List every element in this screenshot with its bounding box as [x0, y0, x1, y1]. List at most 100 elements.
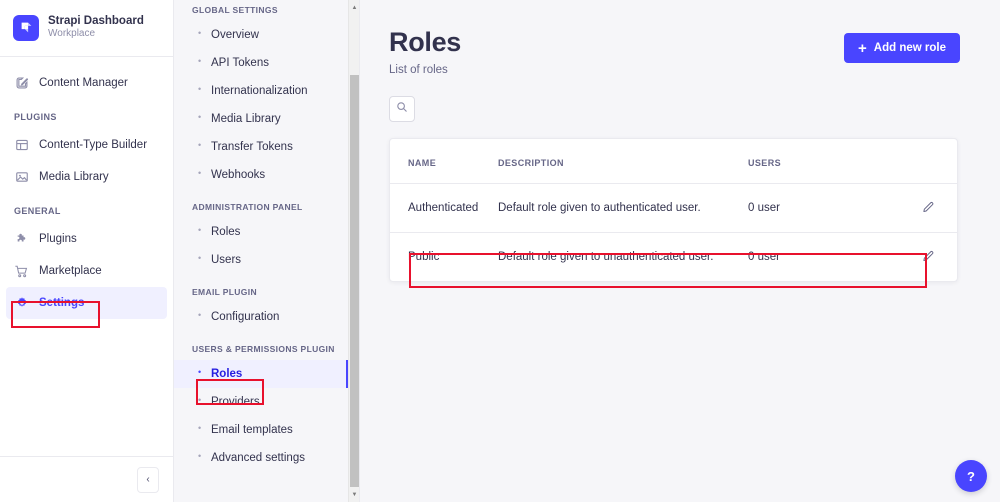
- subnav-item-label: API Tokens: [211, 57, 269, 69]
- column-header-description: DESCRIPTION: [498, 139, 748, 184]
- scrollbar-thumb[interactable]: [350, 75, 359, 487]
- search-button[interactable]: [389, 96, 415, 122]
- subnav-item-internationalization[interactable]: • Internationalization: [174, 77, 349, 105]
- sidebar-item-content-manager[interactable]: Content Manager: [6, 67, 167, 99]
- table-head: NAME DESCRIPTION USERS: [390, 139, 957, 184]
- plus-icon: +: [858, 39, 867, 57]
- bullet-icon: •: [198, 367, 202, 377]
- subnav-item-label: Roles: [211, 226, 241, 238]
- subnav-item-configuration[interactable]: • Configuration: [174, 303, 349, 331]
- pencil-square-icon: [14, 76, 29, 91]
- column-header-actions: [858, 139, 957, 184]
- sidebar-item-label: Settings: [39, 297, 85, 309]
- subnav-item-label: Email templates: [211, 424, 293, 436]
- brand-text: Strapi Dashboard Workplace: [48, 15, 144, 40]
- cell-role-users: 0 user: [748, 183, 858, 233]
- sidebar-item-settings[interactable]: Settings: [6, 287, 167, 319]
- cell-actions: [858, 183, 957, 233]
- chevron-left-icon: ‹: [146, 474, 150, 485]
- edit-role-button[interactable]: [922, 200, 935, 213]
- cell-role-name: Authenticated: [390, 183, 498, 233]
- question-mark-icon: ?: [967, 468, 975, 484]
- subnav-item-admin-users[interactable]: • Users: [174, 246, 349, 274]
- pencil-icon: [922, 250, 935, 265]
- sidebar-item-content-type-builder[interactable]: Content-Type Builder: [6, 129, 167, 161]
- subnav-item-media-library[interactable]: • Media Library: [174, 105, 349, 133]
- subnav-item-transfer-tokens[interactable]: • Transfer Tokens: [174, 133, 349, 161]
- add-new-role-label: Add new role: [873, 42, 946, 54]
- subnav-item-label: Media Library: [211, 113, 281, 125]
- cell-role-description: Default role given to authenticated user…: [498, 183, 748, 233]
- subnav-item-webhooks[interactable]: • Webhooks: [174, 161, 349, 189]
- subnav-item-label: Configuration: [211, 311, 280, 323]
- page-subtitle: List of roles: [389, 64, 448, 76]
- bullet-icon: •: [198, 253, 202, 263]
- subnav-item-label: Internationalization: [211, 85, 308, 97]
- main-content: Roles List of roles + Add new role NAME …: [360, 0, 1000, 502]
- table-row[interactable]: Authenticated Default role given to auth…: [390, 183, 957, 233]
- brand-subtitle: Workplace: [48, 28, 96, 40]
- bullet-icon: •: [198, 423, 202, 433]
- subnav-scrollbar[interactable]: ▲ ▼: [348, 0, 359, 502]
- scroll-down-arrow-icon[interactable]: ▼: [349, 488, 359, 501]
- table-body: Authenticated Default role given to auth…: [390, 183, 957, 282]
- sidebar-item-plugins[interactable]: Plugins: [6, 223, 167, 255]
- sidebar-item-label: Plugins: [39, 233, 77, 245]
- image-icon: [14, 170, 29, 185]
- bullet-icon: •: [198, 168, 202, 178]
- cell-actions: [858, 233, 957, 282]
- shopping-cart-icon: [14, 264, 29, 279]
- cell-role-users: 0 user: [748, 251, 780, 263]
- sidebar-item-label: Marketplace: [39, 265, 102, 277]
- table-header-row: NAME DESCRIPTION USERS: [390, 139, 957, 184]
- sidebar-section-plugins: PLUGINS: [14, 112, 57, 122]
- bullet-icon: •: [198, 225, 202, 235]
- sidebar-item-label: Content Manager: [39, 77, 128, 89]
- subnav-item-api-tokens[interactable]: • API Tokens: [174, 49, 349, 77]
- subnav-item-label: Roles: [211, 368, 243, 380]
- subnav-item-admin-roles[interactable]: • Roles: [174, 218, 349, 246]
- settings-subnav: GLOBAL SETTINGS • Overview • API Tokens …: [174, 0, 360, 502]
- edit-role-button[interactable]: [922, 249, 935, 262]
- page-header-text: Roles List of roles: [389, 27, 461, 76]
- subnav-item-label: Users: [211, 254, 242, 266]
- subnav-item-email-templates[interactable]: • Email templates: [174, 416, 349, 444]
- add-new-role-button[interactable]: + Add new role: [844, 33, 960, 63]
- subnav-item-providers[interactable]: • Providers: [174, 388, 349, 416]
- bullet-icon: •: [198, 112, 202, 122]
- gear-icon: [14, 296, 29, 311]
- bullet-icon: •: [198, 84, 202, 94]
- sidebar-item-media-library[interactable]: Media Library: [6, 161, 167, 193]
- subnav-list: GLOBAL SETTINGS • Overview • API Tokens …: [174, 0, 349, 472]
- bullet-icon: •: [198, 28, 202, 38]
- main-sidebar: Strapi Dashboard Workplace Content Manag…: [0, 0, 174, 502]
- page-header: Roles List of roles + Add new role: [360, 0, 1000, 76]
- sidebar-nav: Content Manager PLUGINS Content-Type Bui…: [0, 57, 173, 456]
- subnav-item-overview[interactable]: • Overview: [174, 21, 349, 49]
- bullet-icon: •: [198, 310, 202, 320]
- subnav-item-label: Webhooks: [211, 169, 266, 181]
- sidebar-item-marketplace[interactable]: Marketplace: [6, 255, 167, 287]
- pencil-icon: [922, 201, 935, 216]
- subnav-item-users-permissions-roles[interactable]: • Roles: [174, 360, 349, 388]
- table-row[interactable]: Public Default role given to unauthentic…: [390, 233, 957, 282]
- bullet-icon: •: [198, 56, 202, 66]
- app-root: Strapi Dashboard Workplace Content Manag…: [0, 0, 1000, 502]
- help-button[interactable]: ?: [955, 460, 987, 492]
- brand-header[interactable]: Strapi Dashboard Workplace: [0, 0, 173, 57]
- roles-table: NAME DESCRIPTION USERS Authenticated Def…: [390, 139, 957, 281]
- sidebar-item-label: Content-Type Builder: [39, 139, 148, 151]
- bullet-icon: •: [198, 140, 202, 150]
- subnav-section-global-settings: GLOBAL SETTINGS: [192, 5, 278, 15]
- puzzle-icon: [14, 232, 29, 247]
- column-header-users: USERS: [748, 139, 858, 184]
- subnav-item-label: Advanced settings: [211, 452, 305, 464]
- subnav-item-advanced-settings[interactable]: • Advanced settings: [174, 444, 349, 472]
- subnav-item-label: Providers: [211, 396, 260, 408]
- subnav-item-label: Transfer Tokens: [211, 141, 293, 153]
- cell-role-name: Public: [408, 251, 440, 263]
- column-header-name: NAME: [390, 139, 498, 184]
- strapi-logo-icon: [13, 14, 39, 41]
- scroll-up-arrow-icon[interactable]: ▲: [349, 1, 359, 14]
- collapse-sidebar-button[interactable]: ‹: [137, 466, 159, 493]
